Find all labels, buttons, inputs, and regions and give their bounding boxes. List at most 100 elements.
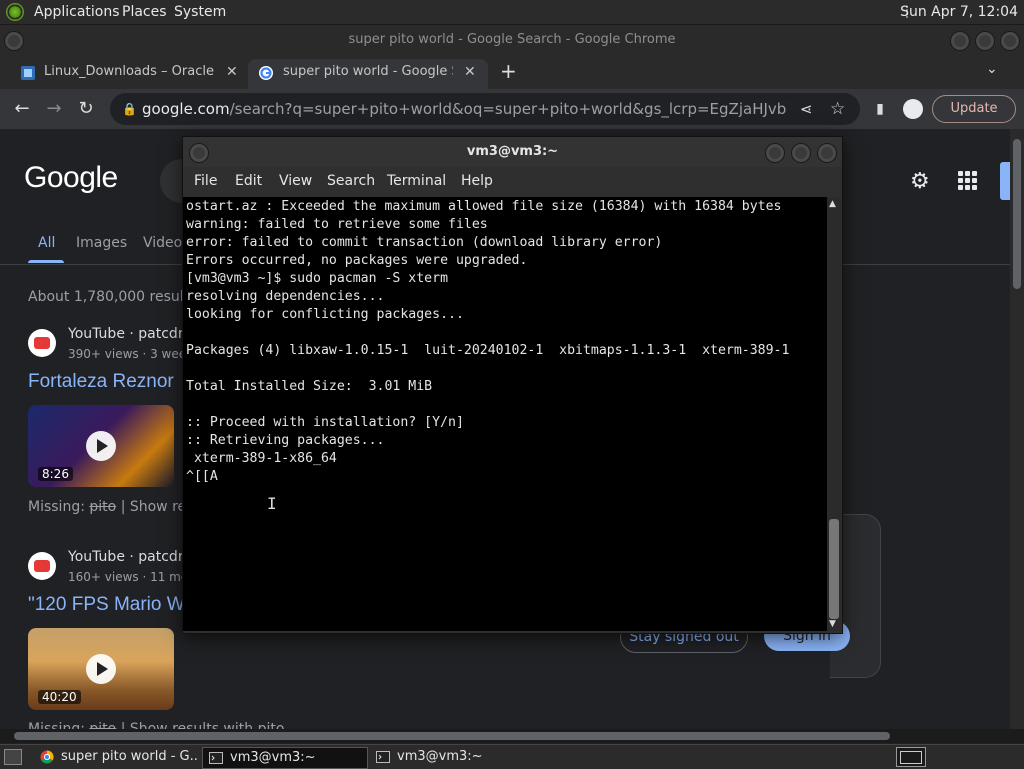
tab-label: Linux_Downloads – Oracle VM: [44, 64, 214, 79]
taskbar-item-terminal[interactable]: vm3@vm3:~: [370, 747, 534, 767]
terminal-title-bar[interactable]: vm3@vm3:~: [183, 137, 842, 167]
profile-avatar-icon[interactable]: [903, 99, 923, 119]
url-host: google.com: [142, 100, 230, 118]
virtualbox-icon: [21, 66, 35, 80]
url-text: google.com/search?q=super+pito+world&oq=…: [142, 93, 787, 125]
tab-linux-downloads[interactable]: Linux_Downloads – Oracle VM ✕: [8, 59, 244, 89]
missing-terms: Missing: pito | Show results with pito: [28, 721, 284, 729]
youtube-icon: [28, 552, 56, 580]
minimize-button[interactable]: [950, 31, 970, 51]
window-title: super pito world - Google Search - Googl…: [348, 32, 676, 47]
workspace-switcher-icon[interactable]: [896, 747, 926, 767]
tab-google-search[interactable]: super pito world - Google Se ✕: [248, 59, 488, 89]
result-source[interactable]: YouTube · patcdr: [68, 326, 184, 342]
reload-icon[interactable]: ↻: [74, 97, 98, 121]
play-icon: [86, 654, 116, 684]
result-title-link[interactable]: Fortaleza Reznor: [28, 371, 174, 393]
missing-label: Missing:: [28, 721, 85, 729]
close-tab-icon[interactable]: ✕: [226, 59, 238, 85]
apps-grid-icon[interactable]: [956, 169, 980, 193]
window-menu-button[interactable]: [4, 31, 24, 51]
new-tab-icon[interactable]: +: [500, 59, 517, 83]
chrome-title-bar: super pito world - Google Search - Googl…: [0, 25, 1024, 55]
missing-label: Missing:: [28, 499, 85, 515]
terminal-window: vm3@vm3:~ File Edit View Search Terminal…: [182, 136, 843, 634]
terminal-output: ostart.az : Exceeded the maximum allowed…: [186, 199, 790, 484]
distro-logo-icon[interactable]: [6, 3, 24, 21]
browser-toolbar: ← → ↻ 🔒 google.com/search?q=super+pito+w…: [0, 89, 1024, 129]
chevron-down-icon[interactable]: ⌄: [986, 61, 998, 77]
show-results-link[interactable]: | Show results with pito: [121, 721, 285, 729]
result-title-link[interactable]: "120 FPS Mario W: [28, 594, 185, 616]
result-meta: 390+ views · 3 weeks: [68, 347, 200, 361]
bookmark-star-icon[interactable]: ☆: [830, 93, 845, 125]
side-panel-tab[interactable]: [1000, 162, 1010, 200]
menu-file[interactable]: File: [194, 173, 217, 189]
results-count: About 1,780,000 results: [28, 289, 197, 305]
menu-help[interactable]: Help: [461, 173, 493, 189]
google-favicon-icon: [259, 66, 273, 80]
page-scrollbar[interactable]: [1010, 129, 1024, 729]
result-meta: 160+ views · 11 mon: [68, 570, 196, 584]
taskbar-item-label: vm3@vm3:~: [230, 750, 316, 765]
video-thumbnail[interactable]: 8:26: [28, 405, 174, 487]
minimize-button[interactable]: [765, 143, 785, 163]
video-duration: 40:20: [38, 690, 81, 704]
taskbar-item-chrome[interactable]: super pito world - G...: [34, 747, 198, 767]
play-icon: [86, 431, 116, 461]
clock[interactable]: Sun Apr 7, 12:04: [900, 4, 1018, 20]
scroll-down-icon[interactable]: ▼: [829, 619, 836, 629]
chrome-icon: [40, 750, 54, 764]
applications-menu[interactable]: Applications: [34, 4, 120, 20]
address-bar[interactable]: 🔒 google.com/search?q=super+pito+world&o…: [110, 93, 860, 125]
lock-icon[interactable]: 🔒: [122, 93, 137, 125]
taskbar-item-label: super pito world - G...: [61, 749, 198, 764]
terminal-screen[interactable]: ostart.az : Exceeded the maximum allowed…: [183, 197, 827, 631]
show-desktop-icon[interactable]: [4, 749, 22, 765]
menu-edit[interactable]: Edit: [235, 173, 262, 189]
scroll-up-icon[interactable]: ▲: [829, 199, 836, 209]
share-icon[interactable]: ⋖: [800, 93, 813, 125]
taskbar-item-terminal[interactable]: vm3@vm3:~: [202, 747, 368, 769]
missing-word: pito: [89, 499, 117, 515]
forward-arrow-icon[interactable]: →: [42, 97, 66, 121]
menu-search[interactable]: Search: [327, 173, 375, 189]
terminal-icon: [209, 752, 223, 764]
active-tab-indicator: [28, 260, 64, 263]
places-menu[interactable]: Places: [122, 4, 167, 20]
scrollbar-thumb[interactable]: [829, 519, 839, 619]
maximize-button[interactable]: [791, 143, 811, 163]
maximize-button[interactable]: [975, 31, 995, 51]
tab-images[interactable]: Images: [76, 235, 127, 251]
window-menu-button[interactable]: [189, 143, 209, 163]
tab-all[interactable]: All: [38, 235, 55, 251]
bottom-taskbar: super pito world - G... vm3@vm3:~ vm3@vm…: [0, 744, 1024, 769]
scrollbar-thumb[interactable]: [14, 732, 890, 740]
top-panel: Applications Places System Sun Apr 7, 12…: [0, 0, 1024, 25]
update-button[interactable]: Update: [932, 95, 1016, 123]
terminal-scrollbar[interactable]: ▲ ▼: [827, 197, 841, 631]
menu-view[interactable]: View: [279, 173, 312, 189]
video-thumbnail[interactable]: 40:20: [28, 628, 174, 710]
settings-gear-icon[interactable]: ⚙: [910, 169, 930, 194]
tab-label: super pito world - Google Se: [283, 64, 453, 79]
text-cursor-icon: I: [267, 494, 277, 513]
tab-bar: Linux_Downloads – Oracle VM ✕ super pito…: [0, 55, 1024, 89]
close-tab-icon[interactable]: ✕: [464, 59, 476, 85]
terminal-title: vm3@vm3:~: [466, 144, 559, 159]
terminal-menu-bar: File Edit View Search Terminal Help: [183, 167, 842, 195]
missing-terms: Missing: pito | Show resu: [28, 499, 202, 515]
url-path: /search?q=super+pito+world&oq=super+pito…: [229, 100, 787, 118]
video-duration: 8:26: [38, 467, 73, 481]
result-source[interactable]: YouTube · patcdr: [68, 549, 184, 565]
system-menu[interactable]: System: [174, 4, 226, 20]
close-window-button[interactable]: [1000, 31, 1020, 51]
google-logo[interactable]: Google: [24, 161, 118, 195]
menu-terminal[interactable]: Terminal: [387, 173, 446, 189]
taskbar-item-label: vm3@vm3:~: [397, 749, 483, 764]
back-arrow-icon[interactable]: ←: [10, 97, 34, 121]
scrollbar-thumb[interactable]: [1013, 139, 1021, 289]
horizontal-scrollbar[interactable]: [0, 729, 1024, 743]
close-window-button[interactable]: [817, 143, 837, 163]
side-panel-icon[interactable]: ▮: [868, 97, 892, 121]
